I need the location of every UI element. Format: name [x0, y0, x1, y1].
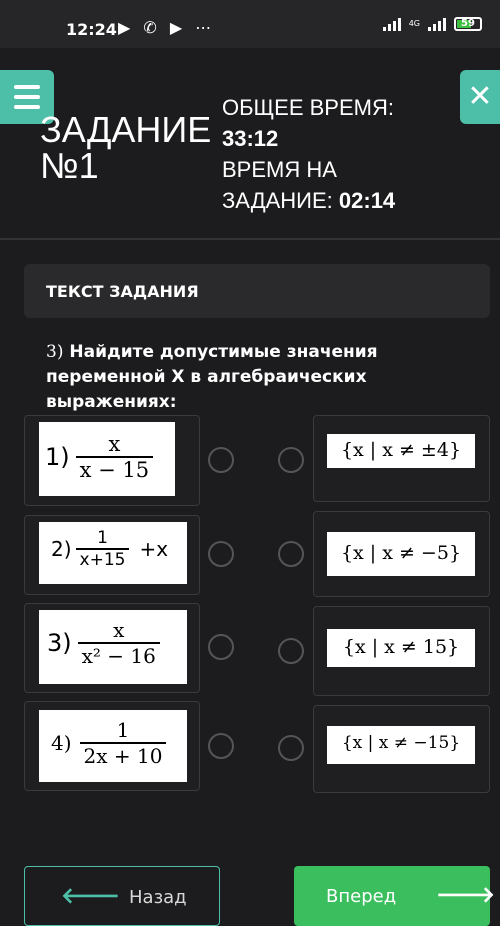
- expression-image-4: 4) 1 2x + 10: [39, 710, 187, 782]
- arrow-right-icon: 🡒: [436, 883, 495, 908]
- answer-image-2: {x | x ≠ −5}: [327, 532, 475, 576]
- wifi-signal-icon: [382, 17, 401, 31]
- arrow-left-icon: 🡐: [61, 884, 120, 909]
- task-text-header: ТЕКСТ ЗАДАНИЯ: [24, 264, 490, 318]
- timers: ОБЩЕЕ ВРЕМЯ: 33:12 ВРЕМЯ НА ЗАДАНИЕ: 02:…: [222, 92, 395, 216]
- task-time-label: ВРЕМЯ НА: [222, 157, 337, 182]
- network-type: 4G: [408, 19, 420, 28]
- close-button[interactable]: ✕: [460, 70, 500, 124]
- close-icon: ✕: [467, 79, 493, 114]
- radio-left-1[interactable]: [208, 447, 234, 473]
- header-divider: [0, 238, 500, 240]
- next-button[interactable]: Вперед 🡒: [294, 866, 495, 926]
- status-bar: 12:24 ▶ ✆ ▶ ⋯ 4G 59: [0, 0, 500, 48]
- expression-image-3: 3) x x² − 16: [39, 610, 187, 684]
- battery-level: 59: [461, 18, 475, 29]
- battery-icon: 59: [454, 17, 482, 31]
- task-title: ЗАДАНИЕ №1: [40, 109, 212, 186]
- answer-image-1: {x | x ≠ ±4}: [327, 434, 475, 468]
- radio-left-3[interactable]: [208, 634, 234, 660]
- radio-left-4[interactable]: [208, 733, 234, 759]
- cell-signal-icon: [428, 17, 446, 31]
- expression-image-2: 2) 1 x+15 +x: [39, 522, 187, 584]
- radio-left-2[interactable]: [208, 541, 234, 567]
- expression-card-1[interactable]: 1) x x − 15: [24, 415, 200, 506]
- radio-right-4[interactable]: [278, 735, 304, 761]
- answer-card-4[interactable]: {x | x ≠ −15}: [313, 705, 490, 793]
- radio-right-1[interactable]: [278, 447, 304, 473]
- radio-right-2[interactable]: [278, 541, 304, 567]
- answer-image-3: {x | x ≠ 15}: [327, 629, 475, 667]
- status-time: 12:24: [66, 20, 117, 39]
- expression-image-1: 1) x x − 15: [39, 422, 175, 496]
- total-time-label: ОБЩЕЕ ВРЕМЯ:: [222, 95, 394, 120]
- answer-card-3[interactable]: {x | x ≠ 15}: [313, 606, 490, 696]
- answer-card-1[interactable]: {x | x ≠ ±4}: [313, 415, 490, 502]
- expression-card-3[interactable]: 3) x x² − 16: [24, 603, 200, 693]
- answer-card-2[interactable]: {x | x ≠ −5}: [313, 511, 490, 597]
- expression-card-4[interactable]: 4) 1 2x + 10: [24, 701, 200, 791]
- back-button[interactable]: 🡐 Назад: [24, 866, 220, 926]
- task-time-value: 02:14: [338, 188, 396, 213]
- expression-card-2[interactable]: 2) 1 x+15 +x: [24, 515, 200, 595]
- answer-image-4: {x | x ≠ −15}: [327, 726, 475, 764]
- radio-right-3[interactable]: [278, 638, 304, 664]
- question-text: 3) Найдите допустимые значения переменно…: [46, 342, 378, 412]
- notification-icons: ▶ ✆ ▶ ⋯: [118, 18, 216, 37]
- total-time-value: 33:12: [222, 126, 279, 151]
